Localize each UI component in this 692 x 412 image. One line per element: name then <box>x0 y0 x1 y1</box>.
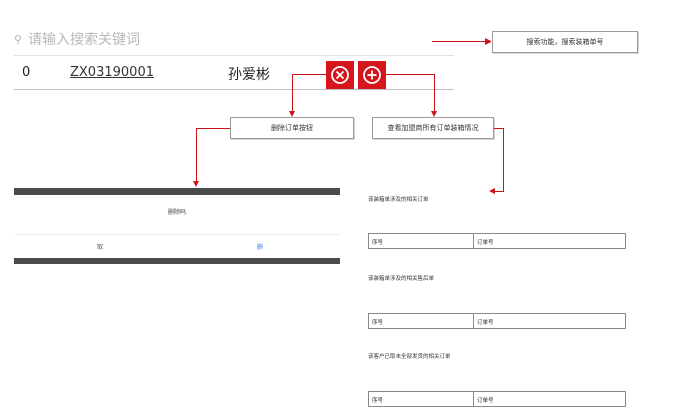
orders-table-header: 序号 订单号 <box>368 233 626 249</box>
view-annotation: 查看加盟商所有订单装箱情况 <box>372 117 494 139</box>
plus-circle-icon <box>363 66 381 84</box>
close-circle-icon <box>331 66 349 84</box>
section-title: 该客户已取未全部发货的相关订单 <box>368 354 451 360</box>
column-header-index: 序号 <box>369 234 474 248</box>
dialog-bottom-bar <box>14 258 340 264</box>
section-title: 该装箱单涉及的相关订单 <box>368 197 429 203</box>
customer-name: 孙爱彬 <box>228 67 270 83</box>
search-annotation: 搜索功能，搜索装箱单号 <box>492 31 638 53</box>
column-header-index: 序号 <box>369 314 474 328</box>
view-orders-button[interactable] <box>358 61 386 89</box>
search-icon: ⚲ <box>14 33 23 46</box>
search-bar: ⚲ <box>14 24 454 56</box>
cancel-button[interactable]: 取 <box>80 242 120 251</box>
column-header-index: 序号 <box>369 392 474 406</box>
confirm-delete-button[interactable]: 删 <box>240 242 280 251</box>
order-number-link[interactable]: ZX03190001 <box>70 65 154 80</box>
section-title: 该装箱单涉及的相关售后单 <box>368 276 435 282</box>
column-header-order: 订单号 <box>477 398 494 404</box>
delete-order-button[interactable] <box>326 61 354 89</box>
pending-orders-table-header: 序号 订单号 <box>368 391 626 407</box>
column-header-order: 订单号 <box>477 240 494 246</box>
column-header-order: 订单号 <box>477 320 494 326</box>
search-input[interactable] <box>28 31 428 48</box>
dialog-divider <box>14 234 340 235</box>
delete-annotation: 删除订单按钮 <box>230 117 354 139</box>
dialog-top-bar <box>14 188 340 195</box>
after-sales-table-header: 序号 订单号 <box>368 313 626 329</box>
row-index: 0 <box>22 65 31 80</box>
delete-dialog-title: 删除吗 <box>167 209 186 216</box>
